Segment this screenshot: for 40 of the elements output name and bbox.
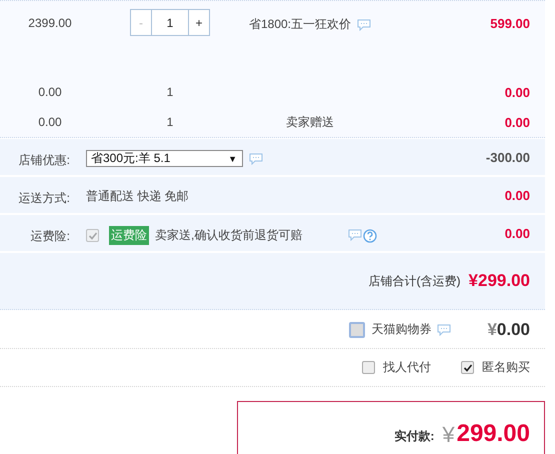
payment-label: 实付款: xyxy=(394,429,434,443)
quantity: 1 xyxy=(166,115,174,129)
checkbox[interactable] xyxy=(349,322,366,338)
help-icon[interactable] xyxy=(363,228,378,242)
comment-icon[interactable] xyxy=(357,18,372,30)
coupon-label: 天猫购物券 xyxy=(371,321,432,338)
promotion-label: 卖家赠送 xyxy=(286,114,334,130)
unit-price: 0.00 xyxy=(37,115,63,129)
increase-button[interactable]: + xyxy=(188,9,210,36)
option-label: 找人代付 xyxy=(383,359,431,376)
insurance-amount: 0.00 xyxy=(504,226,531,241)
field-label: 运费险: xyxy=(30,228,71,245)
subtotal: 0.00 xyxy=(504,114,531,130)
store-total: ¥299.00 xyxy=(468,271,530,291)
discount-amount: -300.00 xyxy=(484,150,531,165)
option-label: 匿名购买 xyxy=(482,359,530,376)
promotion-label: 省1800:五一狂欢价 xyxy=(248,16,352,33)
shipping-method: 普通配送 快递 免邮 xyxy=(86,188,189,205)
field-label: 运送方式: xyxy=(18,190,71,207)
shipping-amount: 0.00 xyxy=(504,188,531,203)
quantity: 1 xyxy=(166,85,174,99)
checkbox[interactable] xyxy=(461,361,474,374)
discount-dropdown[interactable]: 省300元:羊 5.1 ▼ xyxy=(86,150,243,167)
quantity-field[interactable]: 1 xyxy=(152,9,188,36)
insurance-badge: 运费险 xyxy=(109,226,149,245)
coupon-amount: 0.00 xyxy=(496,320,530,338)
comment-icon[interactable] xyxy=(249,152,263,164)
subtotal: 599.00 xyxy=(489,16,531,31)
comment-icon[interactable] xyxy=(348,228,362,240)
field-label: 店铺优惠: xyxy=(18,152,71,169)
subtotal: 0.00 xyxy=(504,84,531,100)
currency-symbol: ¥ xyxy=(442,423,455,447)
store-total-label: 店铺合计(含运费) xyxy=(368,272,461,290)
checkbox[interactable] xyxy=(362,361,375,374)
payment-amount: 299.00 xyxy=(456,421,530,447)
comment-icon[interactable] xyxy=(437,324,452,336)
insurance-description: 卖家送,确认收货前退货可赔 xyxy=(155,227,302,244)
unit-price: 2399.00 xyxy=(27,16,73,30)
currency-symbol: ¥ xyxy=(487,320,497,338)
unit-price: 0.00 xyxy=(37,85,63,99)
